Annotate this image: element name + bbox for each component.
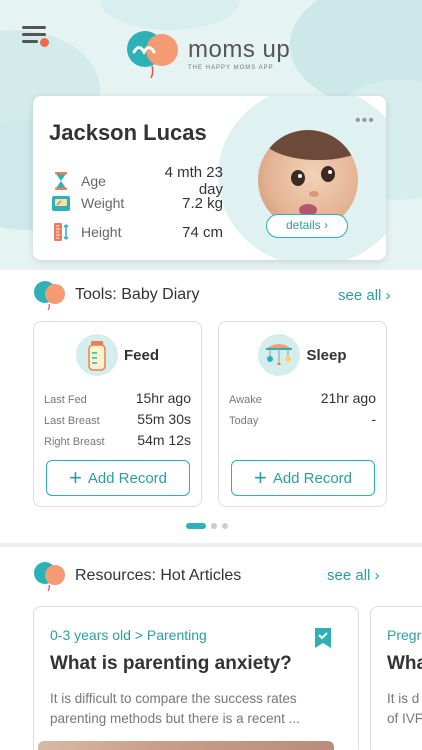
crib-mobile-icon: [258, 334, 301, 376]
hourglass-icon: [55, 172, 67, 190]
resources-see-all-link[interactable]: see all ›: [327, 567, 380, 584]
tool-row-key: Today: [229, 415, 259, 427]
balloon-logo-icon: [127, 31, 178, 79]
stat-height: Height 74 cm: [51, 222, 223, 242]
ruler-icon: [54, 223, 69, 241]
pager-dot[interactable]: [211, 523, 217, 529]
tool-card-title: Feed: [123, 346, 159, 364]
article-desc-line: parenting methods but there is a recent …: [50, 711, 300, 726]
article-title: What is parenting anxiety?: [50, 653, 292, 674]
article-desc-line: It is difficult to compare the success r…: [50, 691, 297, 706]
balloon-icon: [34, 281, 65, 310]
plus-icon: +: [253, 465, 267, 490]
tool-row-value: 54m 12s: [137, 432, 191, 448]
baby-name: Jackson Lucas: [49, 120, 207, 145]
tool-row-key: Last Breast: [44, 415, 100, 427]
details-button[interactable]: details ›: [266, 214, 348, 238]
tools-see-all-link[interactable]: see all ›: [338, 287, 391, 304]
carousel-pager[interactable]: [186, 523, 233, 529]
article-thumbnail: [38, 741, 334, 750]
notification-dot: [40, 38, 49, 47]
stat-value: 7.2 kg: [182, 194, 223, 212]
plus-icon: +: [68, 465, 82, 490]
article-category[interactable]: 0-3 years old > Parenting: [50, 627, 207, 643]
tools-section-title: Tools: Baby Diary: [33, 280, 200, 310]
tool-row-value: 55m 30s: [137, 411, 191, 427]
article-category[interactable]: Pregr: [387, 627, 421, 643]
tool-card-title: Sleep: [306, 346, 347, 364]
section-divider: [0, 543, 422, 547]
stat-weight: Weight 7.2 kg: [51, 193, 223, 213]
sleep-card[interactable]: Sleep Awake 21hr ago Today - + Add Recor…: [218, 321, 387, 507]
article-card[interactable]: 0-3 years old > Parenting What is parent…: [33, 606, 359, 750]
tool-row-key: Last Fed: [44, 394, 87, 406]
tool-row: Awake 21hr ago: [229, 390, 376, 406]
bookmark-icon[interactable]: [314, 627, 332, 649]
resources-section-title: Resources: Hot Articles: [33, 561, 241, 591]
button-label: Add Record: [87, 469, 168, 487]
stat-label: Age: [81, 173, 106, 189]
article-description: It is difficult to compare the success r…: [50, 689, 340, 729]
scale-icon: [52, 196, 70, 211]
menu-bar: [22, 26, 46, 29]
tool-row-value: -: [371, 411, 376, 427]
tool-row: Last Breast 55m 30s: [44, 411, 191, 427]
baby-bottle-icon: [75, 334, 118, 376]
tool-row-key: Awake: [229, 394, 262, 406]
stat-value: 74 cm: [182, 223, 223, 241]
tool-row-value: 21hr ago: [320, 390, 376, 406]
article-desc-line: of IVF: [387, 711, 422, 726]
feed-card[interactable]: Feed Last Fed 15hr ago Last Breast 55m 3…: [33, 321, 202, 507]
pager-dot[interactable]: [222, 523, 228, 529]
tool-row: Today -: [229, 411, 376, 427]
app-logo: moms up THE HAPPY MOMS APP: [124, 28, 290, 80]
balloon-icon: [34, 562, 65, 591]
article-description: It is d of IVF: [387, 689, 422, 729]
tool-card-header: Feed: [34, 334, 201, 376]
logo-text: moms up: [188, 36, 291, 63]
menu-bar: [22, 40, 38, 43]
tool-row-key: Right Breast: [44, 436, 105, 448]
tool-row: Right Breast 54m 12s: [44, 432, 191, 448]
add-feed-record-button[interactable]: + Add Record: [46, 460, 190, 496]
article-desc-line: It is d: [387, 691, 420, 706]
stat-label: Weight: [81, 195, 125, 211]
tool-card-header: Sleep: [219, 334, 386, 376]
menu-bar: [22, 33, 46, 36]
section-heading: Resources: Hot Articles: [75, 567, 242, 584]
section-heading: Tools: Baby Diary: [75, 286, 200, 303]
article-title: Wha: [387, 653, 422, 674]
tool-row: Last Fed 15hr ago: [44, 390, 191, 406]
logo-tagline: THE HAPPY MOMS APP: [188, 65, 274, 71]
pager-dot-active[interactable]: [186, 523, 206, 529]
button-label: Add Record: [272, 469, 353, 487]
hamburger-menu-icon[interactable]: [22, 26, 50, 48]
cloud-decoration: [100, 0, 240, 30]
article-card[interactable]: Pregr Wha It is d of IVF: [370, 606, 422, 750]
more-dots-icon[interactable]: •••: [355, 112, 375, 130]
stat-label: Height: [81, 224, 122, 240]
baby-profile-card[interactable]: Jackson Lucas ••• Age 4 mth 23 day Weigh…: [33, 96, 386, 260]
add-sleep-record-button[interactable]: + Add Record: [231, 460, 375, 496]
tool-row-value: 15hr ago: [135, 390, 191, 406]
